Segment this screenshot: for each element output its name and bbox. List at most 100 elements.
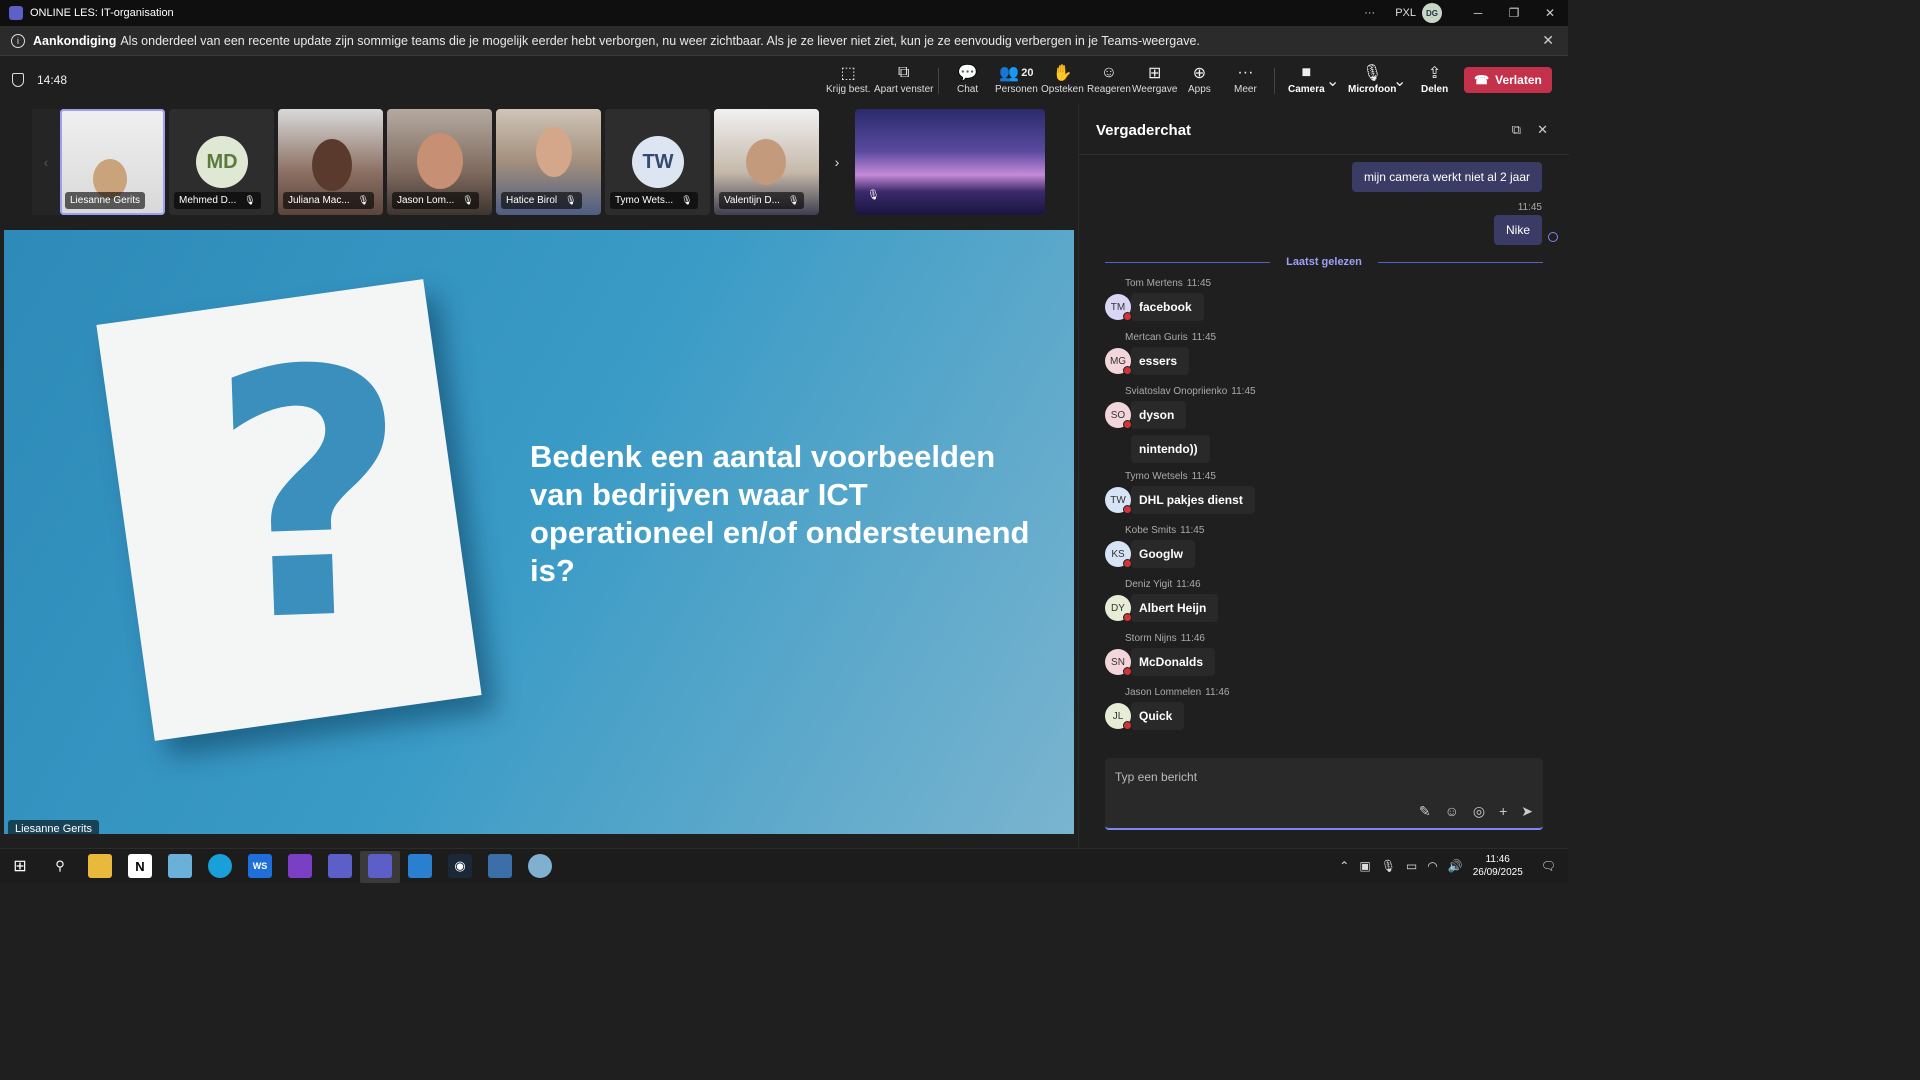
teams-icon[interactable] — [328, 854, 352, 878]
user-avatar[interactable]: DG — [1422, 3, 1442, 23]
mic-muted-icon: 🎙 — [565, 195, 577, 205]
loop-component-icon[interactable]: ◎ — [1473, 803, 1485, 820]
participant-video — [746, 139, 786, 185]
participant-tile[interactable]: Juliana Mac... 🎙 — [278, 109, 383, 215]
app-icon[interactable] — [408, 854, 432, 878]
notion-icon[interactable]: N — [128, 854, 152, 878]
search-icon[interactable]: ⚲ — [48, 854, 72, 878]
opsteken-button[interactable]: ✋ Opsteken — [1041, 62, 1084, 102]
own-message[interactable]: Nike — [1493, 215, 1542, 245]
chevron-up-icon[interactable]: ⌃ — [1339, 859, 1349, 873]
participant-name-tag: Tymo Wets... 🎙 — [610, 192, 698, 209]
message-text: essers — [1131, 347, 1190, 375]
chat-message[interactable]: Deniz Yigit 11:46 DY Albert Heijn — [1105, 579, 1219, 622]
edge-browser-icon[interactable] — [208, 854, 232, 878]
participant-tile[interactable]: TW Tymo Wets... 🎙 — [605, 109, 710, 215]
message-input[interactable] — [1115, 768, 1515, 786]
steam-icon[interactable]: ◉ — [448, 854, 472, 878]
chat-message[interactable]: Tymo Wetsels 11:45 TW DHL pakjes dienst — [1105, 471, 1255, 514]
weergave-button[interactable]: ⊞ Weergave — [1132, 62, 1177, 102]
chat-message[interactable]: Sviatoslav Onopriienko 11:45 SO dyson nint… — [1105, 386, 1256, 463]
message-author: Storm Nijns — [1125, 633, 1177, 644]
delen-button[interactable]: ⇪ Delen — [1421, 62, 1448, 102]
more-options-icon[interactable]: ··· — [1364, 7, 1375, 19]
send-icon[interactable]: ➤ — [1521, 803, 1533, 820]
own-message[interactable]: mijn camera werkt niet al 2 jaar — [1351, 162, 1542, 192]
windows-start-icon[interactable]: ⊞ — [8, 854, 32, 878]
message-text: dyson — [1131, 401, 1187, 429]
krijg-best-button[interactable]: ⬚ Krijg best. — [826, 62, 870, 102]
camera-label: Camera — [1288, 84, 1325, 95]
emoji-icon[interactable]: ☺ — [1445, 803, 1459, 820]
wifi-icon[interactable]: ◠ — [1427, 859, 1437, 873]
app-icon[interactable] — [168, 854, 192, 878]
org-label[interactable]: PXL — [1395, 7, 1416, 19]
chat-message[interactable]: Storm Nijns 11:46 SN McDonalds — [1105, 633, 1216, 676]
raise-hand-icon: ✋ — [1052, 65, 1073, 82]
microfoon-button[interactable]: 🎙 Microfoon — [1348, 62, 1396, 102]
close-chat-icon[interactable]: ✕ — [1537, 122, 1548, 138]
people-icon: 👥 20 — [999, 65, 1034, 82]
apart-venster-button[interactable]: ⧉ Apart venster — [874, 62, 933, 102]
participant-tile[interactable]: MD Mehmed D... 🎙 — [169, 109, 274, 215]
mic-muted-icon: 🎙 — [244, 195, 256, 205]
app-icon[interactable] — [488, 854, 512, 878]
participant-tile[interactable]: Valentijn D... 🎙 — [714, 109, 819, 215]
apps-button[interactable]: ⊕ Apps — [1188, 62, 1211, 102]
chat-title: Vergaderchat — [1096, 122, 1192, 139]
video-camera-icon: ■ — [1301, 64, 1312, 81]
personen-button[interactable]: 👥 20 Personen — [995, 62, 1038, 102]
visual-studio-icon[interactable] — [288, 854, 312, 878]
participant-video — [536, 127, 572, 177]
participant-tile[interactable]: Hatice Birol 🎙 — [496, 109, 601, 215]
volume-icon[interactable]: 🔊 — [1448, 859, 1463, 873]
last-read-divider: Laatst gelezen — [1105, 256, 1543, 268]
message-text: Quick — [1131, 702, 1185, 730]
battery-icon[interactable]: ▭ — [1406, 859, 1417, 873]
webstorm-icon[interactable]: WS — [248, 854, 272, 878]
meer-button[interactable]: ··· Meer — [1234, 62, 1257, 102]
reageren-button[interactable]: ☺ Reageren — [1087, 62, 1131, 102]
participant-name-tag: Mehmed D... 🎙 — [174, 192, 261, 209]
close-announcement-icon[interactable]: ✕ — [1542, 32, 1554, 49]
status-busy-icon — [1123, 721, 1132, 730]
status-busy-icon — [1123, 559, 1132, 568]
tray-app-icon[interactable]: ▣ — [1359, 859, 1370, 873]
chat-message[interactable]: Jason Lommelen 11:46 JL Quick — [1105, 687, 1229, 730]
system-clock[interactable]: 11:46 26/09/2025 — [1473, 853, 1523, 879]
meer-label: Meer — [1234, 84, 1257, 95]
screen-pointer-icon: ⬚ — [840, 65, 856, 82]
presenter-name-tag: Liesanne Gerits — [8, 820, 100, 834]
microphone-tray-icon[interactable]: 🎙 — [1381, 859, 1396, 873]
clock-date: 26/09/2025 — [1472, 867, 1523, 878]
popout-chat-icon[interactable]: ⧉ — [1512, 122, 1521, 138]
participant-tile[interactable]: Liesanne Gerits — [60, 109, 165, 215]
participant-strip: ‹ Liesanne Gerits MD Mehmed D... 🎙 Julian… — [32, 109, 1045, 215]
chat-message[interactable]: Kobe Smits 11:45 KS Googlw — [1105, 525, 1204, 568]
message-time: 11:46 — [1205, 687, 1230, 698]
chat-message[interactable]: Tom Mertens 11:45 TM facebook — [1105, 278, 1211, 321]
teams-meeting-icon[interactable] — [368, 854, 392, 878]
message-compose-box: ✎ ☺ ◎ + ➤ — [1105, 758, 1543, 830]
strip-next-icon[interactable]: › — [823, 109, 851, 215]
shared-screen: ? Bedenk een aantal voorbeelden van bedr… — [4, 230, 1074, 834]
leave-button[interactable]: ☎ Verlaten — [1464, 67, 1552, 93]
participant-tile[interactable]: 🎙 — [855, 109, 1045, 215]
restore-icon[interactable]: ❐ — [1496, 6, 1532, 20]
camera-button[interactable]: ■ Camera — [1288, 62, 1325, 102]
close-window-icon[interactable]: ✕ — [1532, 6, 1568, 20]
format-text-icon[interactable]: ✎ — [1419, 803, 1431, 820]
minimize-icon[interactable]: ─ — [1460, 6, 1496, 20]
chat-message[interactable]: Mertcan Guris 11:45 MG essers — [1105, 332, 1216, 375]
add-icon[interactable]: + — [1499, 803, 1507, 820]
chat-button[interactable]: 💬 Chat — [952, 62, 983, 106]
app-icon[interactable] — [528, 854, 552, 878]
status-busy-icon — [1123, 613, 1132, 622]
strip-prev-icon[interactable]: ‹ — [32, 109, 60, 215]
message-time: 11:46 — [1176, 579, 1201, 590]
participant-tile[interactable]: Jason Lom... 🎙 — [387, 109, 492, 215]
file-explorer-icon[interactable] — [88, 854, 112, 878]
mic-muted-icon: 🎙 — [357, 195, 370, 205]
notifications-icon[interactable]: 🗨 — [1541, 859, 1556, 873]
participant-name-tag: Hatice Birol 🎙 — [501, 192, 582, 209]
